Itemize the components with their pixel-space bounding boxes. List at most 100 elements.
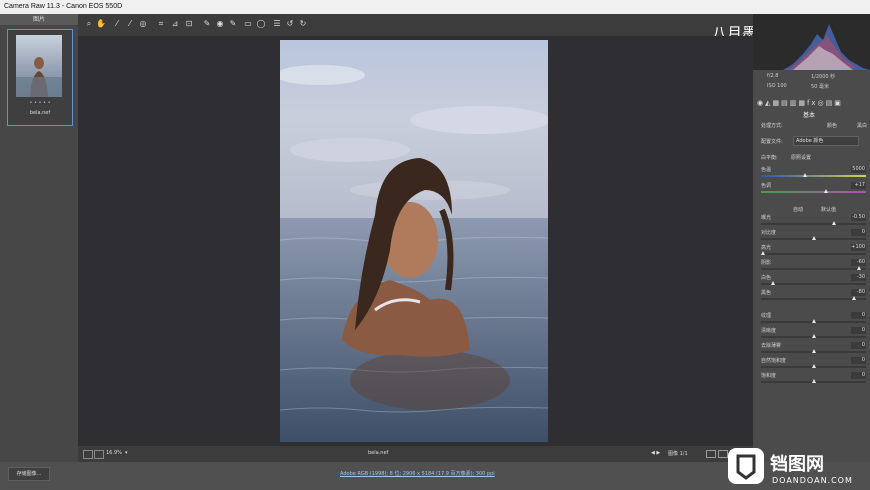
adjustment-brush-icon[interactable]: ✎ bbox=[228, 19, 238, 29]
treatment-label: 处理方式: bbox=[761, 123, 783, 129]
color-sampler-icon[interactable]: ⁄ bbox=[125, 19, 135, 29]
fit-view-icon[interactable] bbox=[83, 450, 93, 459]
slider-value[interactable]: 0 bbox=[851, 342, 866, 349]
presence-slider-row[interactable]: 自然饱和度 0 bbox=[761, 357, 866, 371]
temp-label: 色温 bbox=[761, 167, 772, 173]
white-balance-label: 白平衡: bbox=[761, 155, 778, 161]
slider-thumb[interactable] bbox=[771, 281, 776, 285]
slider-value[interactable]: -60 bbox=[851, 259, 866, 266]
profile-dropdown[interactable]: Adobe 颜色 bbox=[793, 136, 859, 146]
slider-label: 清晰度 bbox=[761, 328, 777, 334]
filmstrip-thumbnail[interactable]: • • • • • bela.nef bbox=[7, 29, 73, 126]
hand-icon[interactable]: ✋ bbox=[96, 19, 106, 29]
prev-image-icon[interactable]: ◀ ▶ bbox=[651, 450, 660, 456]
tint-value[interactable]: +17 bbox=[851, 182, 866, 189]
slider-label: 阴影 bbox=[761, 260, 772, 266]
slider-track[interactable] bbox=[761, 223, 866, 225]
slider-value[interactable]: -30 bbox=[851, 274, 866, 281]
slider-thumb[interactable] bbox=[856, 266, 861, 270]
tint-slider-thumb[interactable] bbox=[823, 189, 828, 193]
temp-value[interactable]: 5000 bbox=[851, 166, 866, 173]
thumbnail-rating[interactable]: • • • • • bbox=[8, 100, 72, 106]
sliders-slider-row[interactable]: 曝光 -0.50 bbox=[761, 214, 866, 228]
sliders-slider-row[interactable]: 高光 +100 bbox=[761, 244, 866, 258]
preview-photo[interactable] bbox=[280, 40, 548, 442]
slider-thumb[interactable] bbox=[811, 334, 816, 338]
graduated-filter-icon[interactable]: ▭ bbox=[243, 19, 253, 29]
slider-value[interactable]: +100 bbox=[851, 244, 866, 251]
rotate-left-icon[interactable]: ↺ bbox=[285, 19, 295, 29]
white-balance-icon[interactable]: ⁄ bbox=[112, 19, 122, 29]
panel-tabs[interactable]: ◉◭▦▤▥▦fx◎▤▣ bbox=[757, 99, 867, 109]
compare-view-icon[interactable] bbox=[706, 450, 716, 458]
sliders-slider-row[interactable]: 阴影 -60 bbox=[761, 259, 866, 273]
slider-thumb[interactable] bbox=[811, 349, 816, 353]
slider-thumb[interactable] bbox=[831, 221, 836, 225]
slider-track[interactable] bbox=[761, 253, 866, 255]
window-title: Camera Raw 11.3 - Canon EOS 550D bbox=[0, 0, 870, 14]
slider-thumb[interactable] bbox=[811, 379, 816, 383]
crop-icon[interactable]: ⌗ bbox=[156, 19, 166, 29]
sliders-slider-row[interactable]: 白色 -30 bbox=[761, 274, 866, 288]
slider-thumb[interactable] bbox=[761, 251, 765, 255]
transform-icon[interactable]: ⊡ bbox=[184, 19, 194, 29]
slider-thumb[interactable] bbox=[851, 296, 856, 300]
white-balance-dropdown[interactable]: 原照设置 bbox=[791, 154, 811, 161]
treatment-bw-option[interactable]: 黑白 bbox=[857, 122, 867, 129]
target-adjust-icon[interactable]: ◎ bbox=[138, 19, 148, 29]
profile-label: 配置文件: bbox=[761, 139, 783, 145]
treatment-color-option[interactable]: 颜色 bbox=[827, 122, 837, 129]
workflow-options-link[interactable]: Adobe RGB (1998); 8 位; 2906 x 5184 (17.9… bbox=[340, 470, 495, 477]
histogram bbox=[753, 14, 870, 70]
swap-view-icon[interactable] bbox=[718, 450, 728, 458]
auto-button[interactable]: 自动 bbox=[793, 206, 803, 213]
tint-label: 色调 bbox=[761, 183, 772, 189]
slider-label: 黑色 bbox=[761, 290, 772, 296]
presence-slider-row[interactable]: 饱和度 0 bbox=[761, 372, 866, 386]
site-watermark: 铛图网 bbox=[770, 454, 824, 475]
rotate-right-icon[interactable]: ↻ bbox=[298, 19, 308, 29]
slider-thumb[interactable] bbox=[811, 319, 816, 323]
presence-slider-row[interactable]: 清晰度 0 bbox=[761, 327, 866, 341]
presence-slider-row[interactable]: 去除薄雾 0 bbox=[761, 342, 866, 356]
slider-label: 纹理 bbox=[761, 313, 772, 319]
tint-track[interactable] bbox=[761, 191, 866, 193]
spot-removal-icon[interactable]: ✎ bbox=[202, 19, 212, 29]
zoom-icon[interactable]: ⌕ bbox=[84, 19, 94, 29]
zoom-level[interactable]: 16.9% bbox=[106, 450, 122, 456]
temp-track[interactable] bbox=[761, 175, 866, 177]
adjustment-panel: f/2.8 1/2000 秒 ISO 100 50 毫米 ◉◭▦▤▥▦fx◎▤▣… bbox=[753, 14, 870, 462]
tint-slider-row[interactable]: 色调 +17 bbox=[761, 182, 866, 196]
filmstrip-panel: 图片 • • • • • bela.nef bbox=[0, 14, 78, 462]
slider-thumb[interactable] bbox=[811, 236, 816, 240]
slider-thumb[interactable] bbox=[811, 364, 816, 368]
slider-value[interactable]: -80 bbox=[851, 289, 866, 296]
slider-value[interactable]: 0 bbox=[851, 357, 866, 364]
red-eye-icon[interactable]: ◉ bbox=[215, 19, 225, 29]
slider-label: 对比度 bbox=[761, 230, 777, 236]
save-image-button[interactable]: 存储图像... bbox=[8, 467, 50, 481]
sliders-slider-row[interactable]: 对比度 0 bbox=[761, 229, 866, 243]
slider-value[interactable]: 0 bbox=[851, 327, 866, 334]
temp-slider-row[interactable]: 色温 5000 bbox=[761, 166, 866, 180]
presence-slider-row[interactable]: 纹理 0 bbox=[761, 312, 866, 326]
iso-readout: ISO 100 bbox=[767, 83, 787, 89]
slider-value[interactable]: 0 bbox=[851, 229, 866, 236]
fill-view-icon[interactable] bbox=[94, 450, 104, 459]
sliders-slider-row[interactable]: 黑色 -80 bbox=[761, 289, 866, 303]
slider-value[interactable]: 0 bbox=[851, 312, 866, 319]
radial-filter-icon[interactable]: ◯ bbox=[256, 19, 266, 29]
slider-track[interactable] bbox=[761, 283, 866, 285]
slider-track[interactable] bbox=[761, 298, 866, 300]
slider-value[interactable]: -0.50 bbox=[851, 214, 866, 221]
image-counter: 图像 1/1 bbox=[668, 451, 688, 457]
straighten-icon[interactable]: ⊿ bbox=[170, 19, 180, 29]
preferences-icon[interactable]: ☰ bbox=[272, 19, 282, 29]
slider-track[interactable] bbox=[761, 268, 866, 270]
slider-label: 白色 bbox=[761, 275, 772, 281]
zoom-dropdown-icon[interactable]: ▾ bbox=[125, 450, 128, 456]
temp-slider-thumb[interactable] bbox=[803, 173, 808, 177]
aperture-readout: f/2.8 bbox=[767, 73, 779, 79]
slider-value[interactable]: 0 bbox=[851, 372, 866, 379]
default-button[interactable]: 默认值 bbox=[821, 206, 836, 213]
